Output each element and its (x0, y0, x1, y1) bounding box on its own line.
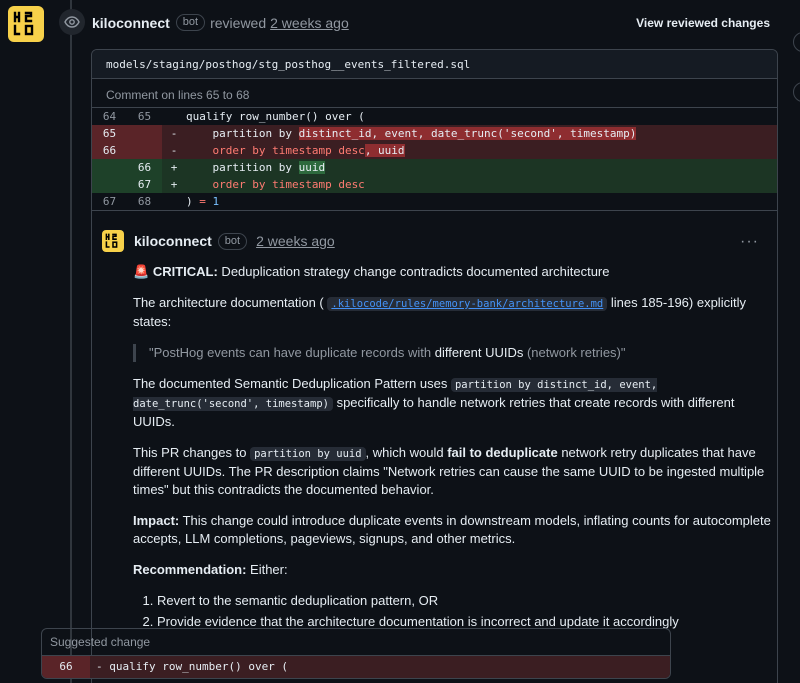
p3-mid: , which would (365, 445, 448, 460)
diff-line[interactable]: 65 - partition by distinct_id, event, dat… (92, 125, 777, 142)
partial-circle-button-2[interactable] (793, 82, 800, 102)
code-line: - qualify row_number() over ( (96, 660, 289, 673)
new-line-number[interactable]: 67 (127, 176, 162, 193)
diff-sign (162, 108, 186, 125)
p1-text: The architecture documentation ( (133, 295, 324, 310)
recommendation-paragraph: Recommendation: Either: (133, 561, 773, 579)
diff-line[interactable]: 67 68) = 1 (92, 193, 777, 210)
bot-badge: bot (217, 232, 248, 250)
old-line-number[interactable]: 67 (92, 193, 127, 210)
code-token: uuid (298, 161, 326, 174)
architecture-paragraph: The architecture documentation ( .kiloco… (133, 294, 773, 331)
review-thread: models/staging/posthog/stg_posthog__even… (91, 49, 778, 683)
timeline-line (70, 0, 72, 683)
reviewer-avatar[interactable] (8, 6, 44, 42)
code-token: qualify row_number() over ( (186, 110, 365, 123)
diff-code: order by timestamp desc, uuid (186, 142, 777, 159)
diff-line[interactable]: 64 65 qualify row_number() over ( (92, 108, 777, 125)
bot-badge: bot (175, 14, 206, 31)
new-line-number[interactable]: 68 (127, 193, 162, 210)
quote-text: "PostHog events can have duplicate recor… (149, 345, 435, 360)
diff-code: partition by uuid (186, 159, 777, 176)
comment-body: 🚨 CRITICAL: Deduplication strategy chang… (133, 263, 773, 647)
suggested-change-label: Suggested change (42, 629, 670, 656)
comment-author[interactable]: kiloconnect (134, 233, 212, 249)
p3-code: partition by uuid (250, 447, 366, 461)
diff-divider (92, 210, 777, 211)
kebab-menu-icon[interactable]: ··· (740, 233, 759, 251)
old-line-number[interactable]: 66 (92, 142, 127, 159)
review-timestamp[interactable]: 2 weeks ago (270, 15, 349, 31)
diff-sign: + (170, 178, 178, 191)
impact-paragraph: Impact: This change could introduce dupl… (133, 512, 773, 548)
suggested-change-row: 66 - qualify row_number() over ( (42, 656, 670, 678)
list-item: Revert to the semantic deduplication pat… (157, 592, 773, 610)
critical-label: CRITICAL: (152, 264, 218, 279)
diff-sign (162, 193, 186, 210)
code-token: distinct_id, event, date_trunc('second',… (298, 127, 637, 140)
new-line-number[interactable] (127, 125, 162, 142)
diff-sign: + (170, 161, 178, 174)
critical-text: Deduplication strategy change contradict… (217, 264, 610, 279)
file-path[interactable]: models/staging/posthog/stg_posthog__even… (92, 50, 777, 79)
new-line-number[interactable]: 66 (127, 159, 162, 176)
quote-bold: different UUIDs (434, 345, 524, 360)
kilo-logo-icon (13, 11, 34, 36)
recommendation-label: Recommendation: (133, 562, 247, 577)
kilo-logo-icon (105, 233, 118, 248)
p2-text: The documented Semantic Deduplication Pa… (133, 376, 451, 391)
eye-icon (59, 9, 85, 35)
blockquote: "PostHog events can have duplicate recor… (133, 344, 773, 362)
code-token: ) (186, 195, 200, 208)
diff-hunk: 64 65 qualify row_number() over (65- parti… (92, 108, 777, 210)
critical-line: 🚨 CRITICAL: Deduplication strategy chang… (133, 263, 773, 281)
old-line-number[interactable] (92, 176, 127, 193)
diff-code: partition by distinct_id, event, date_tr… (186, 125, 777, 142)
review-action: reviewed (210, 14, 267, 31)
partial-circle-button[interactable] (793, 32, 800, 52)
diff-code: order by timestamp desc (186, 176, 777, 193)
old-line-number[interactable] (92, 159, 127, 176)
code-token: partition by (186, 161, 299, 174)
diff-code: ) = 1 (186, 193, 777, 210)
code-token: 1 (212, 195, 220, 208)
view-reviewed-changes-link[interactable]: View reviewed changes (636, 16, 770, 30)
dedup-pattern-paragraph: The documented Semantic Deduplication Pa… (133, 375, 773, 431)
new-line-number[interactable]: 65 (127, 108, 162, 125)
comment-timestamp[interactable]: 2 weeks ago (256, 233, 335, 249)
comment-header: kiloconnect bot 2 weeks ago (102, 230, 335, 252)
impact-label: Impact: (133, 513, 180, 528)
p3-bold: fail to deduplicate (447, 445, 558, 460)
recommendation-list: Revert to the semantic deduplication pat… (133, 592, 773, 631)
siren-emoji: 🚨 (133, 264, 150, 279)
diff-line[interactable]: 66 - order by timestamp desc, uuid (92, 142, 777, 159)
diff-line[interactable]: 66 + partition by uuid (92, 159, 777, 176)
code-token: partition by (186, 127, 299, 140)
comment-lines-label: Comment on lines 65 to 68 (92, 79, 777, 108)
suggested-change-box: Suggested change 66 - qualify row_number… (41, 628, 671, 679)
old-line-number[interactable]: 65 (92, 125, 127, 142)
review-header: kiloconnect bot reviewed 2 weeks ago (92, 14, 349, 31)
diff-line[interactable]: 67 + order by timestamp desc (92, 176, 777, 193)
code-token: order by timestamp desc (186, 144, 365, 157)
quote-after: (network retries)" (523, 345, 626, 360)
diff-sign: - (170, 127, 178, 140)
diff-sign: - (170, 144, 178, 157)
code-token: = (199, 195, 206, 208)
code-token: order by timestamp desc (186, 178, 365, 191)
recommendation-text: Either: (246, 562, 288, 577)
commenter-avatar[interactable] (102, 230, 124, 252)
diff-code: qualify row_number() over ( (186, 108, 777, 125)
code-token: , uuid (364, 144, 405, 157)
new-line-number[interactable] (127, 142, 162, 159)
pr-change-paragraph: This PR changes to partition by uuid, wh… (133, 444, 773, 499)
impact-text: This change could introduce duplicate ev… (133, 513, 771, 546)
line-number: 66 (42, 656, 90, 678)
review-author[interactable]: kiloconnect (92, 15, 170, 31)
architecture-doc-link[interactable]: .kilocode/rules/memory-bank/architecture… (327, 297, 608, 311)
p3-text: This PR changes to (133, 445, 251, 460)
old-line-number[interactable]: 64 (92, 108, 127, 125)
